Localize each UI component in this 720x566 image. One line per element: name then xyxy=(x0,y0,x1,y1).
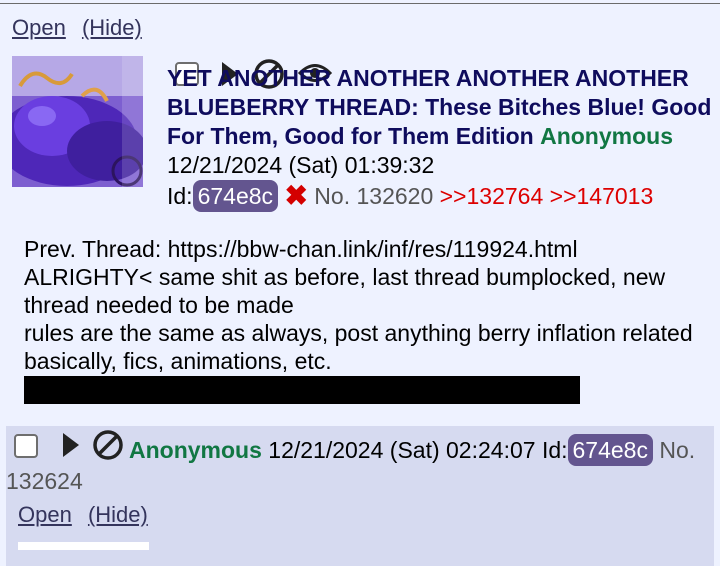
op-post-header: YET ANOTHER ANOTHER ANOTHER ANOTHER BLUE… xyxy=(167,64,712,212)
delete-x-icon[interactable]: ✖ xyxy=(284,180,307,211)
reply-post: Anonymous 12/21/2024 (Sat) 02:24:07 Id: 6… xyxy=(6,426,714,566)
id-label: Id: xyxy=(541,437,568,463)
post-number-label[interactable]: No. xyxy=(659,437,695,463)
post-number-label[interactable]: No. xyxy=(314,183,350,209)
poster-id-badge[interactable]: 674e8c xyxy=(567,434,653,466)
id-label: Id: xyxy=(167,183,193,209)
reply-file-controls: Open (Hide) xyxy=(18,502,158,528)
post-datetime: 12/21/2024 (Sat) 01:39:32 xyxy=(167,152,435,178)
open-thread-link[interactable]: Open xyxy=(12,15,66,40)
backlink[interactable]: >>147013 xyxy=(550,183,654,209)
poster-name: Anonymous xyxy=(540,123,673,149)
post-number[interactable]: 132624 xyxy=(6,468,83,494)
post-datetime: 12/21/2024 (Sat) 02:24:07 xyxy=(268,437,536,463)
post-number[interactable]: 132620 xyxy=(356,183,433,209)
top-divider xyxy=(0,3,720,4)
hide-file-link[interactable]: (Hide) xyxy=(88,502,148,527)
hide-thread-link[interactable]: (Hide) xyxy=(82,15,142,40)
thread-controls: Open (Hide) xyxy=(12,15,152,41)
open-file-link[interactable]: Open xyxy=(18,502,72,527)
spoiler-text[interactable] xyxy=(24,376,580,404)
op-post-body: Prev. Thread: https://bbw-chan.link/inf/… xyxy=(24,235,704,404)
reply-post-header: Anonymous 12/21/2024 (Sat) 02:24:07 Id: 6… xyxy=(6,434,714,496)
poster-name: Anonymous xyxy=(129,437,262,463)
op-thumbnail-image[interactable] xyxy=(12,56,143,187)
body-line: ALRIGHTY< same shit as before, last thre… xyxy=(24,264,666,318)
backlink[interactable]: >>132764 xyxy=(440,183,544,209)
body-line: Prev. Thread: https://bbw-chan.link/inf/… xyxy=(24,236,578,262)
thumbnail-art xyxy=(12,56,143,187)
poster-id-badge[interactable]: 674e8c xyxy=(192,180,279,212)
body-line: rules are the same as always, post anyth… xyxy=(24,320,693,374)
